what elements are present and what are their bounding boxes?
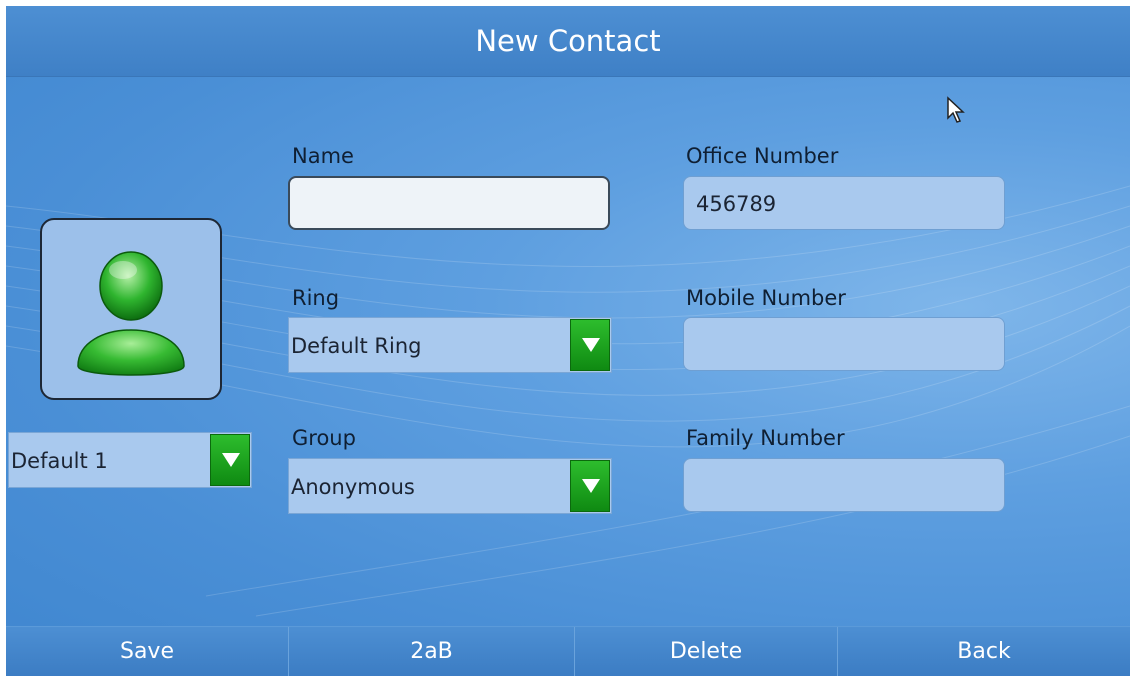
delete-button[interactable]: Delete — [575, 627, 837, 676]
back-button[interactable]: Back — [838, 627, 1130, 676]
group-select[interactable]: Anonymous — [288, 458, 612, 514]
title-bar: New Contact — [6, 6, 1130, 77]
office-number-label: Office Number — [686, 144, 839, 168]
ring-dropdown-button[interactable] — [570, 319, 610, 371]
chevron-down-icon — [582, 338, 600, 352]
photo-select[interactable]: Default 1 — [8, 432, 252, 488]
softkey-bar: Save 2aB Delete Back — [6, 626, 1130, 676]
mobile-number-label: Mobile Number — [686, 286, 846, 310]
photo-dropdown-button[interactable] — [210, 434, 250, 486]
mobile-number-input[interactable] — [683, 317, 1005, 371]
photo-select-value: Default 1 — [11, 449, 108, 473]
group-select-value: Anonymous — [291, 475, 415, 499]
name-input[interactable] — [288, 176, 610, 230]
save-button[interactable]: Save — [6, 627, 288, 676]
office-number-input[interactable]: 456789 — [683, 176, 1005, 230]
page-title: New Contact — [475, 24, 661, 58]
phone-screen: New Contact Default 1 Name Ring Default … — [6, 6, 1130, 676]
person-icon — [77, 251, 185, 376]
group-label: Group — [292, 426, 356, 450]
ring-select-value: Default Ring — [291, 334, 422, 358]
contact-photo[interactable] — [40, 218, 222, 400]
name-label: Name — [292, 144, 354, 168]
family-number-label: Family Number — [686, 426, 845, 450]
group-dropdown-button[interactable] — [570, 460, 610, 512]
ring-select[interactable]: Default Ring — [288, 317, 612, 373]
ring-label: Ring — [292, 286, 340, 310]
chevron-down-icon — [222, 453, 240, 467]
input-mode-button[interactable]: 2aB — [289, 627, 574, 676]
mouse-pointer-icon — [947, 96, 965, 123]
family-number-input[interactable] — [683, 458, 1005, 512]
chevron-down-icon — [582, 479, 600, 493]
